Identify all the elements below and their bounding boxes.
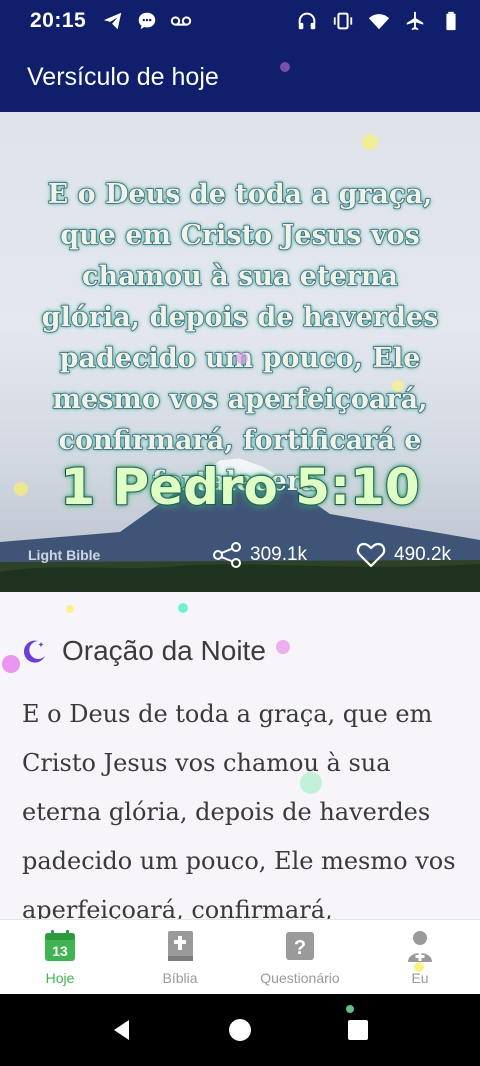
bible-icon	[162, 928, 198, 964]
svg-text:13: 13	[52, 943, 68, 959]
tab-label-questionario: Questionário	[260, 970, 340, 986]
recents-icon[interactable]	[345, 1017, 371, 1043]
vibrate-icon	[332, 10, 354, 32]
tab-eu[interactable]: Eu	[360, 920, 480, 994]
share-icon	[212, 542, 242, 568]
status-time: 20:15	[30, 9, 87, 32]
status-bar: 20:15	[0, 0, 480, 42]
moon-icon	[20, 637, 48, 665]
tab-questionario[interactable]: ? Questionário	[240, 920, 360, 994]
share-button[interactable]: 309.1k	[212, 542, 307, 568]
status-left-icons	[102, 10, 192, 32]
tab-label-biblia: Bíblia	[162, 970, 198, 986]
verse-text: E o Deus de toda a graça, que em Cristo …	[41, 178, 439, 497]
calendar-icon: 13	[42, 928, 78, 964]
tab-label-hoje: Hoje	[45, 970, 75, 986]
svg-text:?: ?	[294, 937, 306, 959]
prayer-section: Oração da Noite E o Deus de toda a graça…	[0, 592, 480, 919]
prayer-header: Oração da Noite	[20, 635, 266, 667]
prayer-title: Oração da Noite	[62, 635, 266, 666]
tab-hoje[interactable]: 13 Hoje	[0, 920, 120, 994]
page-title: Versículo de hoje	[27, 62, 219, 91]
heart-icon	[356, 542, 386, 568]
profile-icon	[402, 928, 438, 964]
app-bar: Versículo de hoje	[0, 42, 480, 112]
tab-biblia[interactable]: Bíblia	[120, 920, 240, 994]
headphones-icon	[296, 10, 318, 32]
tab-label-eu: Eu	[411, 970, 429, 986]
bottom-tab-bar: 13 Hoje Bíblia ? Questionário Eu	[0, 919, 480, 994]
back-icon[interactable]	[109, 1017, 135, 1043]
system-nav-bar	[0, 994, 480, 1066]
chat-icon	[136, 10, 158, 32]
wifi-icon	[368, 10, 390, 32]
brand-watermark: Light Bible	[28, 547, 101, 563]
voicemail-icon	[170, 10, 192, 32]
verse-image-card[interactable]: E o Deus de toda a graça, que em Cristo …	[0, 112, 480, 592]
quiz-icon: ?	[282, 928, 318, 964]
battery-icon	[440, 10, 462, 32]
home-icon[interactable]	[227, 1017, 253, 1043]
status-right-icons	[296, 10, 462, 32]
like-button[interactable]: 490.2k	[356, 542, 451, 568]
like-count: 490.2k	[394, 544, 452, 565]
prayer-text: E o Deus de toda a graça, que em Cristo …	[22, 700, 456, 919]
telegram-icon	[102, 10, 124, 32]
airplane-icon	[404, 10, 426, 32]
verse-reference: 1 Pedro 5:10	[59, 457, 420, 517]
share-count: 309.1k	[250, 544, 308, 565]
